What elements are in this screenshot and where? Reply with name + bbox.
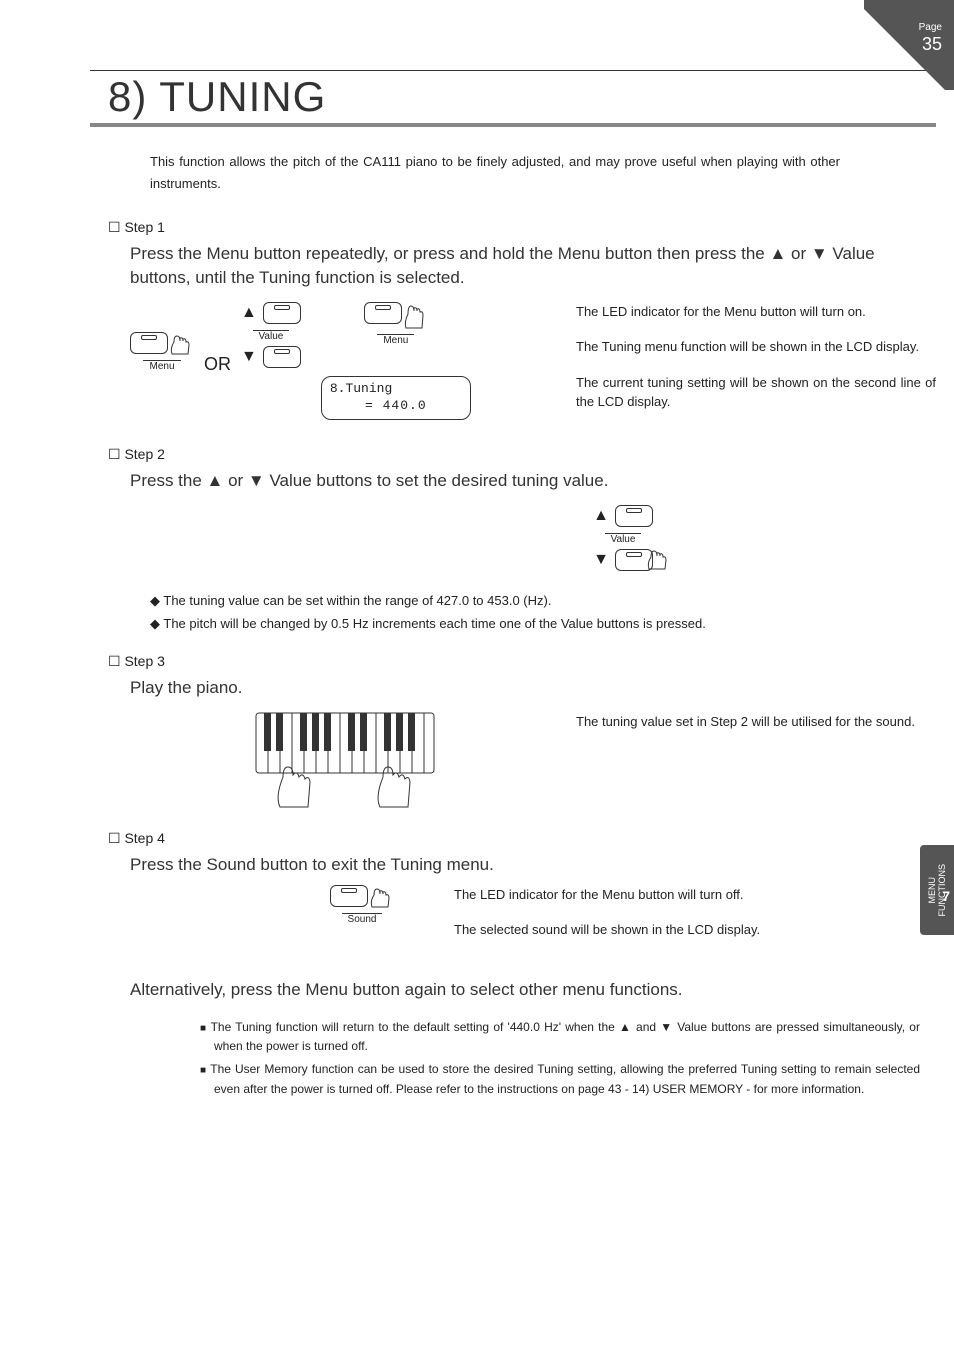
menu-button-icon [130,332,168,354]
value-up-button-icon [263,302,301,324]
hand-icon [402,302,428,332]
step2-note1: The tuning value can be set within the r… [150,589,936,612]
step4-side2: The selected sound will be shown in the … [454,920,814,940]
sound-label: Sound [342,913,383,925]
footer-notes: The Tuning function will return to the d… [200,1018,920,1099]
menu-button-graphic: Menu [130,332,194,372]
step1-side2: The Tuning menu function will be shown i… [576,337,936,357]
hand-icon [645,547,671,573]
value-label: Value [253,330,290,342]
note2: The User Memory function can be used to … [200,1060,920,1098]
keyboard-icon [255,712,435,812]
up-arrow-icon: ▲ [241,304,257,322]
step1-instruction: Press the Menu button repeatedly, or pre… [130,242,910,290]
step2-instruction: Press the ▲ or ▼ Value buttons to set th… [130,469,910,493]
step3-heading: ☐ Step 3 [108,653,936,670]
down-arrow-icon: ▼ [241,348,257,366]
step3-side-text: The tuning value set in Step 2 will be u… [576,712,936,748]
step1-graphic: Menu OR ▲ Value ▼ Menu [130,302,560,428]
lcd-line1: 8.Tuning [330,381,462,398]
step4-side1: The LED indicator for the Menu button wi… [454,885,814,905]
up-arrow-icon: ▲ [593,507,609,525]
value-label: Value [605,533,642,545]
lcd-display: 8.Tuning = 440.0 [321,376,471,420]
rule-top [90,70,936,71]
or-text: OR [204,354,231,375]
step2-heading: ☐ Step 2 [108,446,936,463]
page-label: Page [919,22,942,33]
page-title: 8) TUNING [108,73,936,121]
intro-text: This function allows the pitch of the CA… [150,151,840,195]
step4-side-text: The LED indicator for the Menu button wi… [454,885,814,956]
side-tab-number: 7 [942,888,950,904]
step4-instruction: Press the Sound button to exit the Tunin… [130,853,910,877]
value-buttons-graphic: ▲ Value ▼ [310,505,936,571]
menu-button-icon [364,302,402,324]
step1-heading: ☐ Step 1 [108,219,936,236]
value-up-button-icon [615,505,653,527]
hand-icon [368,885,394,911]
menu-label: Menu [377,334,414,346]
down-arrow-icon: ▼ [593,551,609,569]
sound-button-icon [330,885,368,907]
note1: The Tuning function will return to the d… [200,1018,920,1056]
step1-side1: The LED indicator for the Menu button wi… [576,302,936,322]
step2-notes: The tuning value can be set within the r… [150,589,936,636]
alternative-instruction: Alternatively, press the Menu button aga… [130,980,936,1000]
step3-instruction: Play the piano. [130,676,910,700]
value-down-button-icon [263,346,301,368]
sound-button-graphic: Sound [330,885,394,925]
step4-heading: ☐ Step 4 [108,830,936,847]
menu-label: Menu [143,360,180,372]
step1-side-text: The LED indicator for the Menu button wi… [576,302,936,428]
step1-side3: The current tuning setting will be shown… [576,373,936,412]
step3-side: The tuning value set in Step 2 will be u… [576,712,936,732]
value-buttons-graphic: ▲ Value ▼ [241,302,301,420]
step2-note2: The pitch will be changed by 0.5 Hz incr… [150,612,936,635]
page-number: 35 [922,34,942,55]
rule-bottom [90,123,936,127]
menu-hold-graphic: Menu 8.Tuning = 440.0 [321,302,471,420]
lcd-line2: = 440.0 [330,398,462,415]
page-corner: Page 35 [864,0,954,90]
hand-icon [168,332,194,358]
section-side-tab: MENUFUNCTIONS 7 [920,845,954,935]
